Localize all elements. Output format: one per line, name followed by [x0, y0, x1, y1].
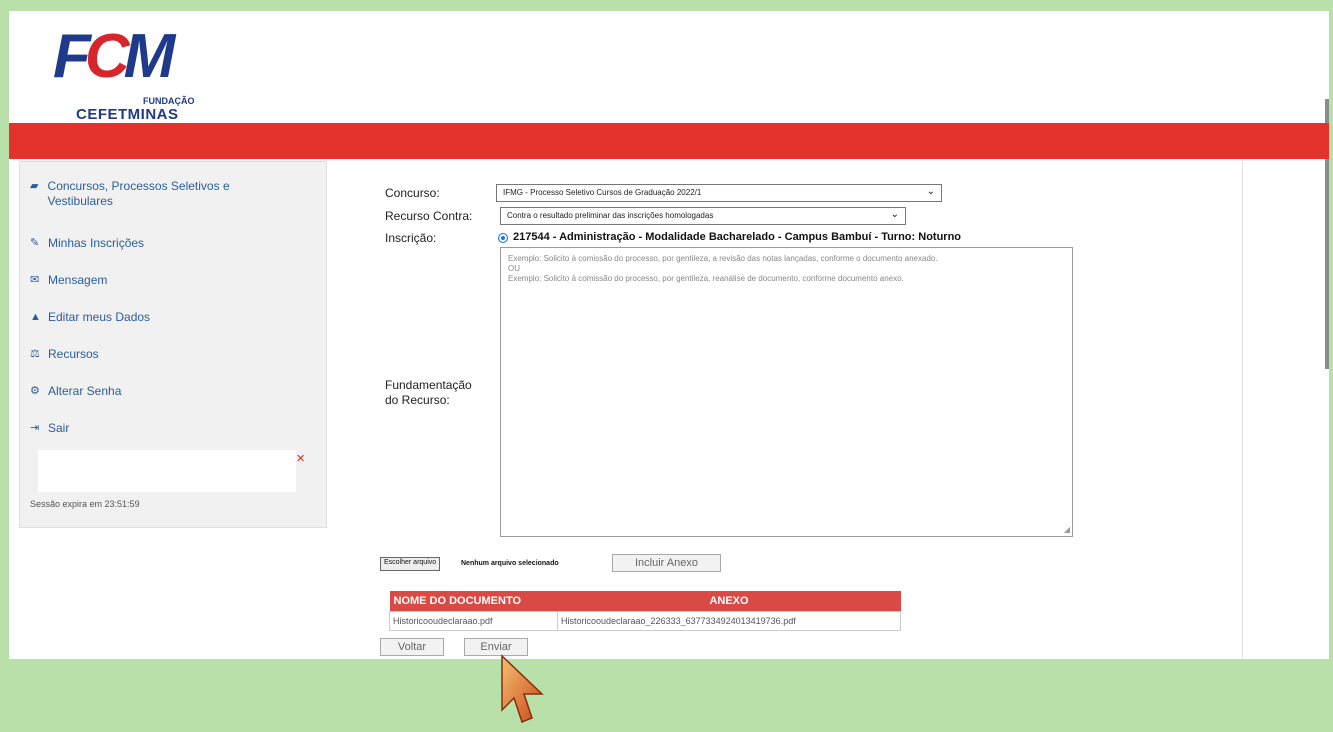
chevron-down-icon: ⌄	[926, 186, 935, 197]
sidebar: ▰ Concursos, Processos Seletivos e Vesti…	[19, 161, 327, 528]
recurso-select[interactable]: Contra o resultado preliminar das inscri…	[500, 207, 906, 225]
user-icon: ▲	[30, 311, 41, 323]
table-header-row: NOME DO DOCUMENTO ANEXO	[389, 591, 901, 612]
inscricao-radio[interactable]	[498, 233, 508, 243]
attachment-link[interactable]: Historicooudeclaraao_226333_637733492401…	[557, 611, 901, 631]
envelope-icon: ✉	[30, 274, 40, 286]
concurso-label: Concurso:	[385, 186, 440, 200]
concurso-select-value: IFMG - Processo Seletivo Cursos de Gradu…	[503, 188, 702, 197]
choose-file-button[interactable]: Escolher arquivo	[380, 557, 441, 571]
sidebar-item-sair[interactable]: ⇥ Sair	[30, 421, 290, 436]
logo-sub-1: FUNDAÇÃO	[143, 96, 195, 106]
fcm-logo[interactable]: FCM FUNDAÇÃO CEFETMINAS	[53, 21, 213, 123]
sidebar-item-label: Editar meus Dados	[48, 310, 151, 324]
back-button[interactable]: Voltar	[380, 638, 444, 656]
concurso-select[interactable]: IFMG - Processo Seletivo Cursos de Gradu…	[496, 184, 942, 202]
gavel-icon: ⚖	[30, 348, 40, 360]
sidebar-item-label: Sair	[48, 421, 70, 435]
logo-mark: FCM	[53, 22, 175, 91]
close-icon[interactable]: ✕	[296, 452, 305, 465]
sidebar-item-label: Alterar Senha	[48, 384, 122, 398]
resize-handle-icon[interactable]: ◢	[1064, 525, 1070, 535]
inscricao-label: Inscrição:	[385, 231, 437, 245]
browser-window: FCM FUNDAÇÃO CEFETMINAS ▰ Concursos, Pro…	[9, 11, 1329, 659]
session-expiry: Sessão expira em 23:51:59	[30, 499, 140, 509]
placeholder-line: OU	[508, 264, 520, 273]
sidebar-item-mensagem[interactable]: ✉ Mensagem	[30, 273, 290, 288]
header-red-bar	[9, 123, 1329, 159]
placeholder-line: Exemplo: Solicito à comissão do processo…	[508, 254, 938, 263]
logo-sub-2: CEFETMINAS	[76, 106, 179, 123]
recurso-select-value: Contra o resultado preliminar das inscri…	[507, 211, 714, 220]
sidebar-item-recursos[interactable]: ⚖ Recursos	[30, 347, 290, 362]
gear-icon: ⚙	[30, 385, 40, 397]
header: FCM FUNDAÇÃO CEFETMINAS	[9, 11, 1329, 123]
sidebar-item-label: Recursos	[48, 347, 99, 361]
column-divider	[1242, 161, 1243, 659]
sidebar-item-editar-dados[interactable]: ▲ Editar meus Dados	[30, 310, 290, 325]
table-row: Historicooudeclaraao.pdf Historicooudecl…	[389, 611, 901, 631]
sidebar-item-alterar-senha[interactable]: ⚙ Alterar Senha	[30, 384, 290, 399]
document-name-cell: Historicooudeclaraao.pdf	[389, 611, 558, 631]
placeholder-line: Exemplo: Solicito à comissão do processo…	[508, 274, 904, 283]
file-status: Nenhum arquivo selecionado	[461, 560, 559, 567]
column-header: ANEXO	[557, 591, 901, 612]
column-header: NOME DO DOCUMENTO	[389, 591, 558, 612]
chevron-down-icon: ⌄	[890, 209, 899, 220]
inscricao-value: 217544 - Administração - Modalidade Bach…	[513, 231, 962, 243]
documents-table: NOME DO DOCUMENTO ANEXO Historicooudecla…	[389, 591, 901, 631]
fundamentacao-label-1: Fundamentação	[385, 378, 472, 392]
fundamentacao-textarea[interactable]: Exemplo: Solicito à comissão do processo…	[500, 247, 1073, 537]
sidebar-item-inscricoes[interactable]: ✎ Minhas Inscrições	[30, 236, 290, 251]
edit-icon: ✎	[30, 237, 40, 249]
redacted-area	[38, 450, 296, 492]
recurso-label: Recurso Contra:	[385, 209, 473, 223]
sign-out-icon: ⇥	[30, 422, 40, 434]
sidebar-item-label: Mensagem	[48, 273, 108, 287]
folder-icon: ▰	[30, 180, 39, 192]
fundamentacao-label-2: do Recurso:	[385, 393, 450, 407]
sidebar-item-concursos[interactable]: ▰ Concursos, Processos Seletivos e Vesti…	[30, 179, 290, 209]
add-attachment-button[interactable]: Incluir Anexo	[612, 554, 721, 572]
sidebar-item-label: Concursos, Processos Seletivos e Vestibu…	[47, 179, 230, 208]
mouse-pointer-icon	[501, 654, 544, 723]
sidebar-item-label: Minhas Inscrições	[48, 236, 145, 250]
